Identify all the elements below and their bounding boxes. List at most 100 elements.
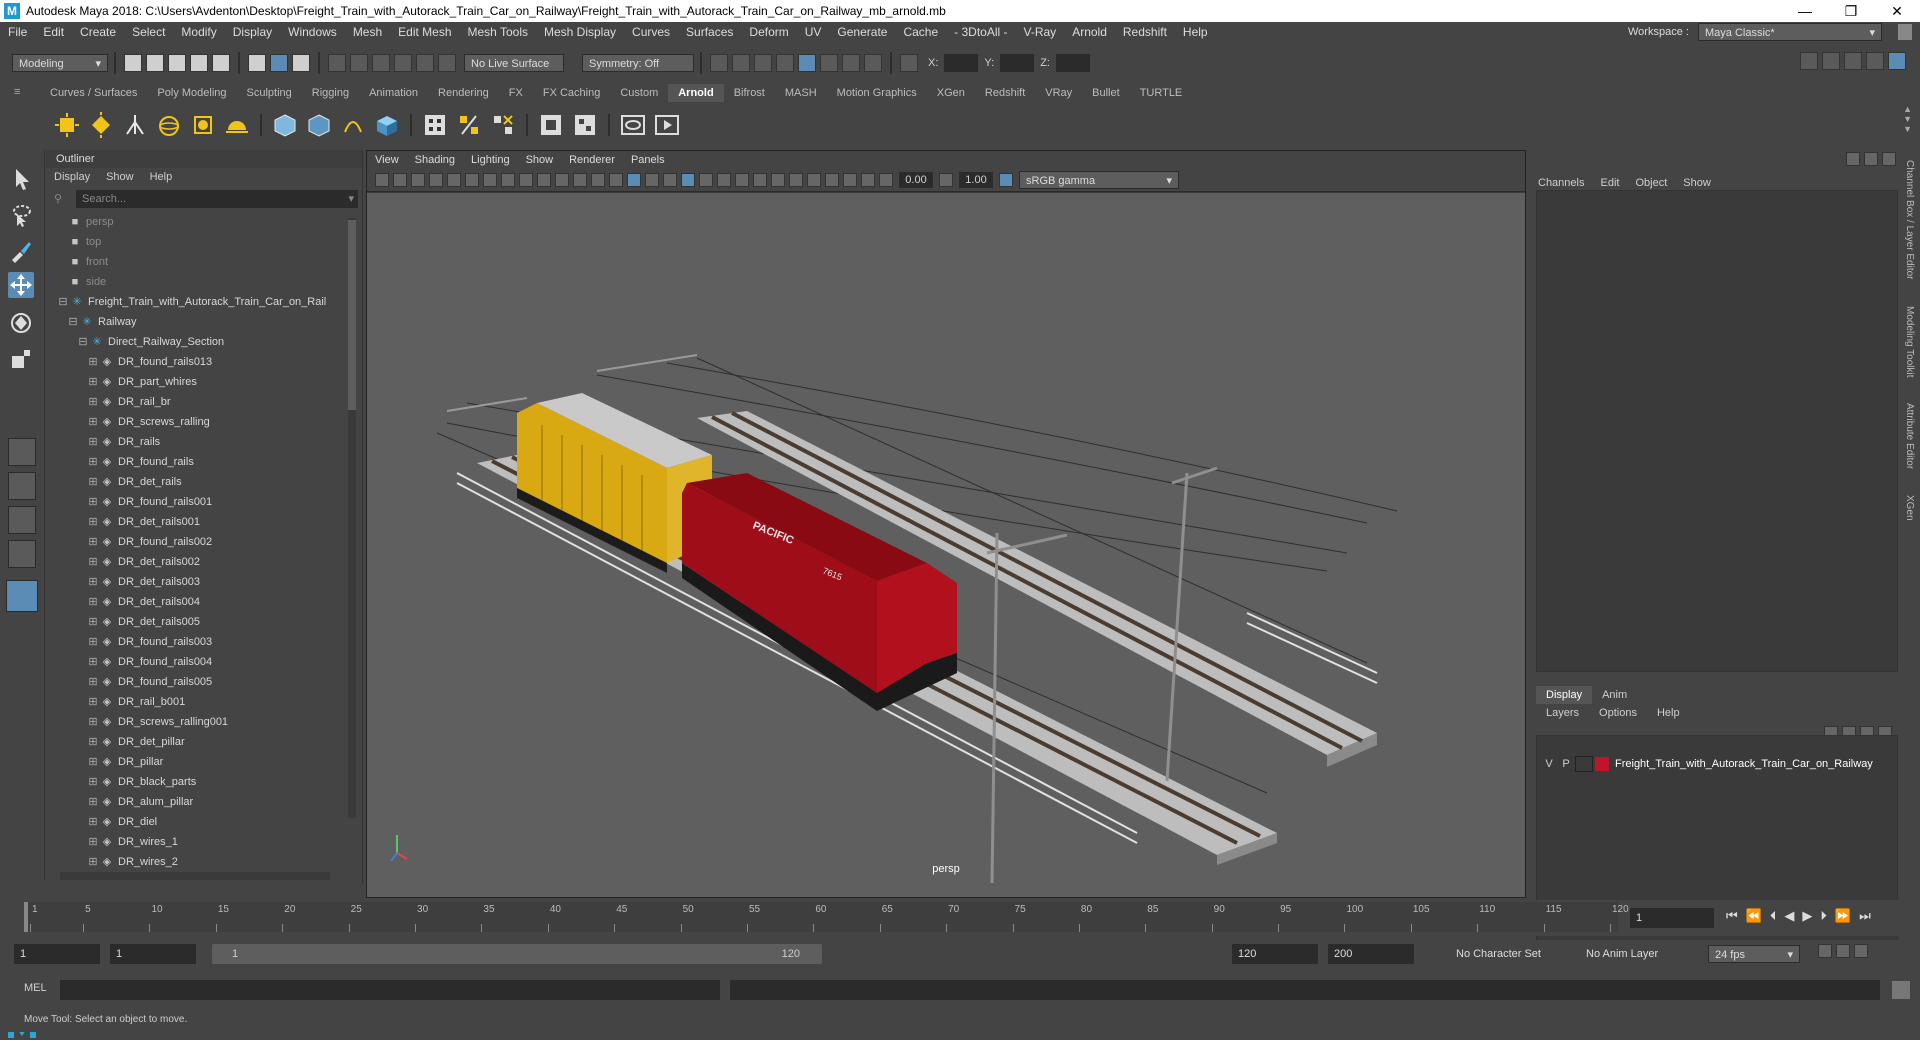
outliner-item[interactable]: ⊞ ◈ DR_screws_ralling [46,412,362,432]
outliner-item[interactable]: ⊞ ◈ DR_found_rails001 [46,492,362,512]
side-tab-attribute-editor[interactable]: Attribute Editor [1904,403,1915,469]
outliner-layout-icon[interactable] [6,580,38,612]
expand-toggle-icon[interactable]: ⊞ [86,812,100,832]
outliner-item[interactable]: ⊞ ◈ DR_black_parts [46,772,362,792]
export-standin-icon[interactable] [306,112,332,138]
expand-toggle-icon[interactable]: ⊞ [86,372,100,392]
expand-toggle-icon[interactable]: ⊞ [86,792,100,812]
layer-menu-layers[interactable]: Layers [1536,704,1589,722]
render-icon[interactable] [710,54,728,72]
depth-of-field-icon[interactable] [789,173,803,187]
shelf-tab-redshift[interactable]: Redshift [975,84,1035,102]
outliner-item[interactable]: ⊞ ◈ DR_wires_1 [46,832,362,852]
snap-point-icon[interactable] [372,54,390,72]
shelf-tab-sculpting[interactable]: Sculpting [237,84,302,102]
snap-grid-icon[interactable] [328,54,346,72]
character-controls-icon[interactable] [1822,52,1840,70]
wireframe-icon[interactable] [609,173,623,187]
physical-sky-icon[interactable] [224,112,250,138]
expand-toggle-icon[interactable]: ⊞ [86,772,100,792]
mode-dropdown[interactable]: Modeling ▾ [12,54,108,72]
scroll-thumb[interactable] [348,220,356,410]
layer-color-swatch[interactable] [1595,757,1609,771]
outliner-item[interactable]: ⊞ ◈ DR_pillar [46,752,362,772]
play-forwards-icon[interactable]: ▶ [1802,908,1812,924]
shadows-icon[interactable] [717,173,731,187]
mel-label[interactable]: MEL [24,982,47,994]
outliner-item[interactable]: ⊞ ◈ DR_diel [46,812,362,832]
viewport-menu-show[interactable]: Show [518,151,562,169]
shelf-tab-vray[interactable]: VRay [1035,84,1082,102]
menu-create[interactable]: Create [72,22,124,42]
menu-edit[interactable]: Edit [35,22,72,42]
outliner-item-camera[interactable]: ■ top [46,232,362,252]
layer-tab-anim[interactable]: Anim [1592,686,1637,704]
anim-layer-dropdown[interactable]: No Anim Layer [1580,945,1684,963]
select-object-icon[interactable] [270,54,288,72]
step-forward-frame-icon[interactable]: ⏵ [1820,908,1827,924]
fps-dropdown[interactable]: 24 fps ▾ [1708,945,1800,963]
animation-start-field[interactable]: 1 [14,944,100,964]
isolate-select-icon[interactable] [807,173,821,187]
shelf-tab-curves-surfaces[interactable]: Curves / Surfaces [40,84,147,102]
step-back-key-icon[interactable]: ⏪ [1746,908,1762,924]
expand-toggle-icon[interactable]: ⊞ [86,852,100,872]
camera-attributes-icon[interactable] [393,173,407,187]
grease-pencil-icon[interactable] [465,173,479,187]
outliner-item-camera[interactable]: ■ side [46,272,362,292]
shelf-tab-rendering[interactable]: Rendering [428,84,499,102]
snap-curve-icon[interactable] [350,54,368,72]
close-button[interactable]: ✕ [1874,0,1920,22]
flush-cache-icon[interactable] [456,112,482,138]
wireframe-on-shaded-icon[interactable] [663,173,677,187]
outliner-vscroll[interactable] [348,218,356,818]
expand-toggle-icon[interactable]: ⊞ [86,712,100,732]
attribute-editor-icon[interactable] [1844,52,1862,70]
anti-aliasing-icon[interactable] [771,173,785,187]
grid-icon[interactable] [483,173,497,187]
channel-box-icon[interactable] [1888,52,1906,70]
photometric-light-icon[interactable] [122,112,148,138]
shelf-tab-animation[interactable]: Animation [359,84,428,102]
arnold-render-icon[interactable] [820,54,838,72]
expand-toggle-icon[interactable]: ⊞ [86,352,100,372]
expand-toggle-icon[interactable]: ⊞ [86,672,100,692]
time-ticks[interactable]: 1 5 10 15 20 25 30 35 40 45 50 55 60 65 70 75 80 85 90 95 10… [24,902,1629,932]
view-transform-dropdown[interactable]: sRGB gamma ▾ [1019,171,1179,189]
mel-input[interactable] [60,980,720,1000]
rotate-tool-icon[interactable] [8,310,34,336]
outliner-item[interactable]: ⊞ ◈ DR_screws_ralling001 [46,712,362,732]
redo-icon[interactable] [212,54,230,72]
curve-collector-icon[interactable] [340,112,366,138]
select-hierarchy-icon[interactable] [248,54,266,72]
menu-select[interactable]: Select [124,22,173,42]
menu-mesh-tools[interactable]: Mesh Tools [460,22,536,42]
field-chart-icon[interactable] [555,173,569,187]
shelf-tab-poly-modeling[interactable]: Poly Modeling [147,84,236,102]
lasso-tool-icon[interactable] [8,202,34,228]
channel-box-area[interactable] [1536,190,1898,672]
select-tool-icon[interactable] [8,166,34,192]
image-plane-icon[interactable] [429,173,443,187]
expand-toggle-icon[interactable]: ⊞ [86,632,100,652]
select-component-icon[interactable] [292,54,310,72]
restore-button[interactable]: ❐ [1828,0,1874,22]
layer-menu-options[interactable]: Options [1589,704,1647,722]
color-management-icon[interactable] [999,173,1013,187]
default-material-icon[interactable] [645,173,659,187]
menu-cache[interactable]: Cache [895,22,946,42]
outliner-item[interactable]: ⊞ ◈ DR_det_pillar [46,732,362,752]
menu-3dtoall[interactable]: - 3DtoAll - [946,22,1015,42]
filter-icon[interactable]: ⚲ [54,192,62,205]
outliner-item-railway[interactable]: ⊟ ✳ Railway [46,312,362,332]
modeling-toolkit-icon[interactable] [1800,52,1818,70]
arnold-render-view-icon[interactable] [620,112,646,138]
expand-toggle-icon[interactable]: ⊞ [86,392,100,412]
screen-space-ao-icon[interactable] [735,173,749,187]
shelf-tab-fx-caching[interactable]: FX Caching [533,84,610,102]
outliner-item-section[interactable]: ⊟ ✳ Direct_Railway_Section [46,332,362,352]
xray-icon[interactable] [825,173,839,187]
outliner-item[interactable]: ⊞ ◈ DR_part_whires [46,372,362,392]
transform-mode-icon[interactable] [900,54,918,72]
outliner-item[interactable]: ⊞ ◈ DR_found_rails013 [46,352,362,372]
